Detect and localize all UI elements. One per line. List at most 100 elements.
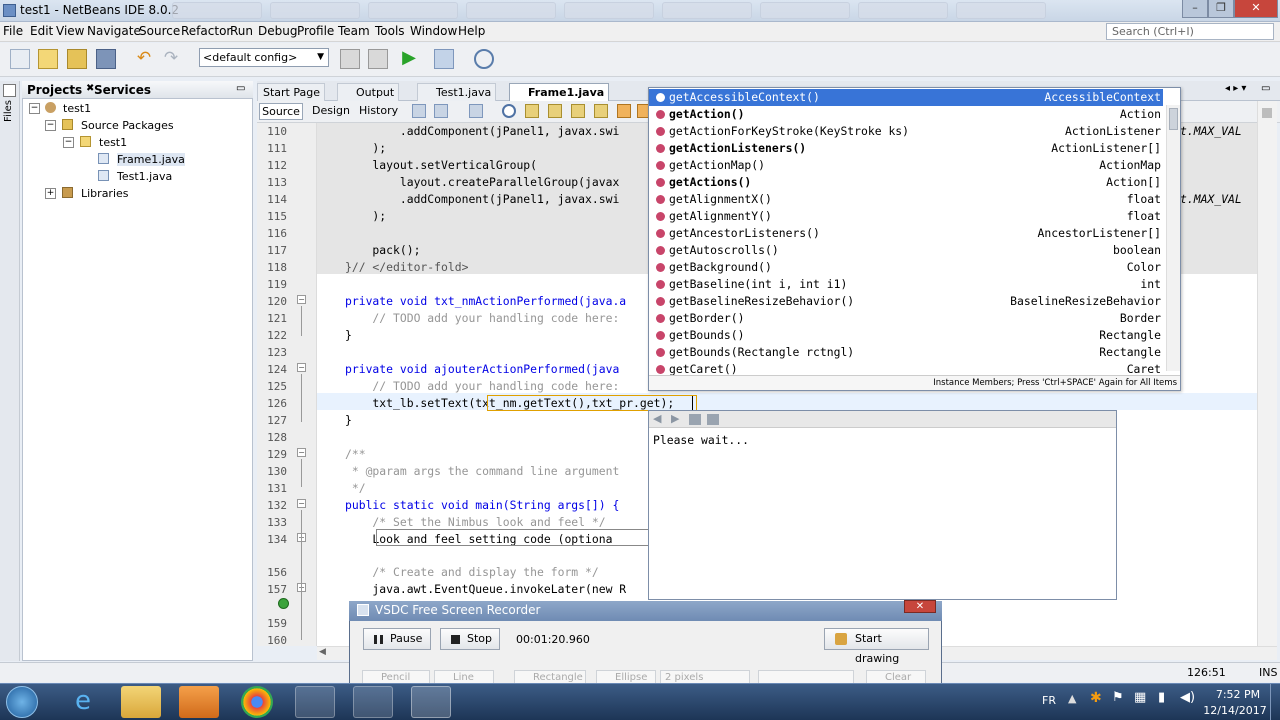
menu-edit[interactable]: Edit: [30, 24, 53, 38]
tab-projects[interactable]: Projects: [27, 83, 82, 97]
chrome-icon[interactable]: [241, 686, 273, 718]
bookmark-icon[interactable]: [594, 104, 608, 118]
open-browser-icon[interactable]: [689, 414, 701, 425]
show-desktop-button[interactable]: [1270, 684, 1280, 720]
tree-expander-icon[interactable]: −: [63, 137, 74, 148]
stop-button[interactable]: Stop: [440, 628, 500, 650]
shift-left-icon[interactable]: [617, 104, 631, 118]
last-edit-icon[interactable]: [412, 104, 426, 118]
completion-scrollbar[interactable]: [1166, 105, 1180, 371]
tree-item-test1-java[interactable]: Test1.java: [117, 170, 172, 183]
completion-item[interactable]: getBaselineResizeBehavior() BaselineResiz…: [649, 293, 1163, 310]
maximize-button[interactable]: ❐: [1208, 0, 1234, 18]
scroll-tabs-icon[interactable]: ◂ ▸ ▾: [1225, 83, 1246, 94]
tab-frame1-java[interactable]: Frame1.java: [509, 83, 610, 101]
file-explorer-icon[interactable]: [121, 686, 161, 718]
tab-start-page[interactable]: Start Page: [257, 83, 325, 101]
configuration-select[interactable]: <default config> ▼: [199, 48, 329, 67]
menu-window[interactable]: Window: [410, 24, 457, 38]
fold-marker-icon[interactable]: −: [297, 363, 306, 372]
pause-button[interactable]: Pause: [363, 628, 431, 650]
tab-services[interactable]: Services: [94, 83, 151, 97]
open-project-icon[interactable]: [67, 49, 87, 69]
new-project-icon[interactable]: [38, 49, 58, 69]
fold-marker-icon[interactable]: −: [297, 295, 306, 304]
volume-icon[interactable]: ◀): [1180, 690, 1195, 705]
clock-time[interactable]: 7:52 PM: [1213, 688, 1263, 701]
fold-marker-icon[interactable]: −: [297, 499, 306, 508]
menu-file[interactable]: File: [3, 24, 23, 38]
tree-expander-icon[interactable]: +: [45, 188, 56, 199]
start-button[interactable]: [6, 686, 38, 718]
debug-icon[interactable]: [434, 49, 454, 69]
vsdc-recorder-taskbar-icon[interactable]: [411, 686, 451, 718]
cmd-window-icon[interactable]: [295, 686, 335, 718]
tree-item-source-packages[interactable]: Source Packages: [81, 119, 174, 132]
completion-item[interactable]: getAncestorListeners() AncestorListener[]: [649, 225, 1163, 242]
completion-item[interactable]: getAction() Action: [649, 106, 1163, 123]
completion-item[interactable]: getBaseline(int i, int i1) int: [649, 276, 1163, 293]
menu-help[interactable]: Help: [458, 24, 485, 38]
minimize-panel-icon[interactable]: ▭: [236, 83, 245, 94]
back-arrow-icon[interactable]: ◀: [653, 412, 661, 425]
run-marker-icon[interactable]: [278, 598, 289, 609]
profile-icon[interactable]: [474, 49, 494, 69]
forward-icon[interactable]: [469, 104, 483, 118]
find-next-icon[interactable]: [548, 104, 562, 118]
menu-source[interactable]: Source: [139, 24, 180, 38]
subtab-design[interactable]: Design: [312, 104, 350, 117]
back-icon[interactable]: [434, 104, 448, 118]
undo-icon[interactable]: ↶: [134, 49, 154, 69]
completion-item[interactable]: getActionListeners() ActionListener[]: [649, 140, 1163, 157]
toggle-highlight-icon[interactable]: [571, 104, 585, 118]
menu-view[interactable]: View: [56, 24, 84, 38]
maximize-editor-icon[interactable]: ▭: [1261, 83, 1270, 94]
tree-expander-icon[interactable]: −: [29, 103, 40, 114]
recorder-close-button[interactable]: ✕: [904, 600, 936, 613]
files-side-tab[interactable]: Files: [3, 100, 14, 122]
completion-item[interactable]: getActionMap() ActionMap: [649, 157, 1163, 174]
completion-item[interactable]: getBorder() Border: [649, 310, 1163, 327]
completion-item[interactable]: getAlignmentX() float: [649, 191, 1163, 208]
save-all-icon[interactable]: [96, 49, 116, 69]
completion-item[interactable]: getAccessibleContext() AccessibleContext: [649, 89, 1163, 106]
restore-window-icon[interactable]: [3, 84, 16, 97]
completion-item[interactable]: getBounds() Rectangle: [649, 327, 1163, 344]
completion-item[interactable]: getAlignmentY() float: [649, 208, 1163, 225]
tree-expander-icon[interactable]: −: [45, 120, 56, 131]
tray-network-icon[interactable]: ▦: [1134, 690, 1146, 705]
menu-team[interactable]: Team: [338, 24, 370, 38]
tree-item-frame1-java[interactable]: Frame1.java: [117, 153, 185, 166]
redo-icon[interactable]: ↷: [161, 49, 181, 69]
fold-marker-icon[interactable]: −: [297, 448, 306, 457]
completion-item[interactable]: getActionForKeyStroke(KeyStroke ks) Actio…: [649, 123, 1163, 140]
search-input[interactable]: Search (Ctrl+I): [1106, 23, 1274, 40]
menu-profile[interactable]: Profile: [297, 24, 334, 38]
tree-item-project[interactable]: test1: [63, 102, 91, 115]
completion-item[interactable]: getBackground() Color: [649, 259, 1163, 276]
close-button[interactable]: ✕: [1234, 0, 1278, 18]
folded-code-box[interactable]: [376, 529, 650, 546]
minimize-button[interactable]: –: [1182, 0, 1208, 18]
find-previous-icon[interactable]: [525, 104, 539, 118]
tab-test1-java[interactable]: Test1.java: [417, 83, 497, 101]
media-player-icon[interactable]: [179, 686, 219, 718]
completion-item[interactable]: getAutoscrolls() boolean: [649, 242, 1163, 259]
menu-refactor[interactable]: Refactor: [181, 24, 231, 38]
scroll-left-icon[interactable]: ◀: [319, 647, 326, 657]
subtab-history[interactable]: History: [359, 104, 398, 117]
tree-item-package[interactable]: test1: [99, 136, 127, 149]
tray-app-icon[interactable]: ✱: [1090, 690, 1102, 706]
show-hidden-icons-icon[interactable]: ▲: [1068, 692, 1076, 705]
completion-item[interactable]: getBounds(Rectangle rctngl) Rectangle: [649, 344, 1163, 361]
clean-build-icon[interactable]: [368, 49, 388, 69]
language-indicator[interactable]: FR: [1042, 694, 1056, 707]
scrollbar-thumb[interactable]: [1169, 108, 1178, 130]
tray-flag-icon[interactable]: ⚑: [1112, 690, 1124, 705]
forward-arrow-icon[interactable]: ▶: [671, 412, 679, 425]
find-icon[interactable]: [502, 104, 516, 118]
menu-navigate[interactable]: Navigate: [87, 24, 141, 38]
menu-tools[interactable]: Tools: [375, 24, 405, 38]
clock-date[interactable]: 12/14/2017: [1203, 704, 1267, 717]
run-play-icon[interactable]: ▶: [399, 49, 419, 69]
